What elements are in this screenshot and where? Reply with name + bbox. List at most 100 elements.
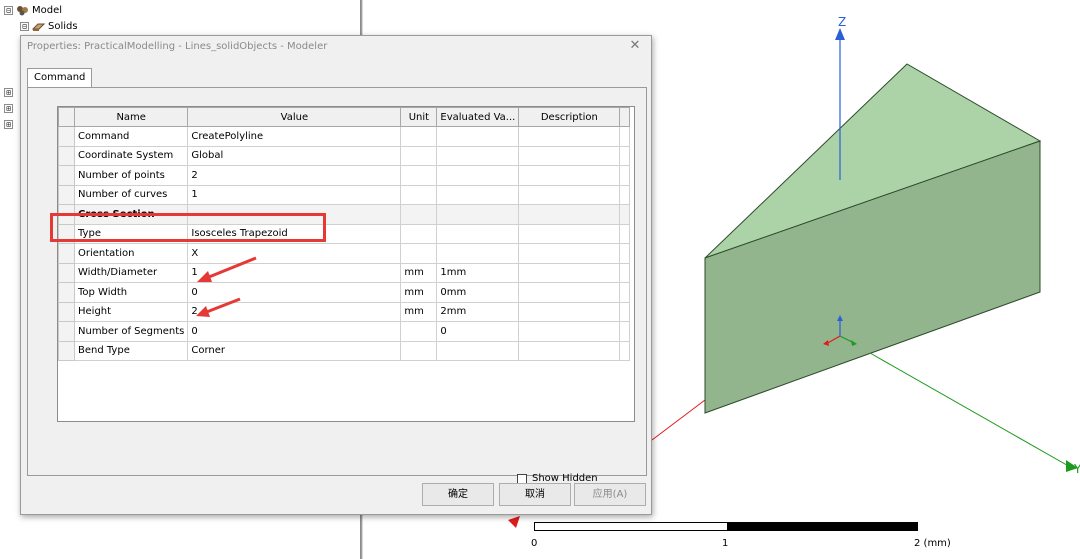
cell-name: Number of points	[73, 165, 189, 186]
collapse-icon[interactable]: ⊟	[20, 21, 29, 31]
tree-expander[interactable]: ⊞	[4, 100, 16, 116]
row-selector	[58, 126, 75, 147]
cell-unit	[400, 243, 438, 264]
row-selector-header	[58, 107, 75, 127]
scale-label-1: 1	[722, 538, 729, 549]
row-selector	[58, 262, 75, 283]
cell-unit: mm	[400, 282, 438, 303]
cell-spacer	[619, 340, 631, 361]
cell-evaluated	[436, 145, 520, 166]
table-row[interactable]: Top Width 0 mm 0mm	[58, 282, 631, 303]
z-axis-label: Z	[838, 15, 846, 29]
cell-spacer	[619, 282, 631, 303]
cell-evaluated: 2mm	[436, 301, 520, 322]
tree-label-model: Model	[32, 4, 63, 16]
scale-bar-segment	[727, 523, 918, 530]
cell-evaluated	[436, 126, 520, 147]
cell-unit	[400, 165, 438, 186]
table-row[interactable]: Orientation X	[58, 243, 631, 264]
cell-value[interactable]: Global	[187, 145, 402, 166]
column-header-value[interactable]: Value	[187, 107, 402, 127]
z-axis-arrowhead	[835, 28, 845, 40]
checkbox-icon[interactable]	[517, 473, 527, 484]
cell-description	[518, 282, 621, 303]
column-header-name[interactable]: Name	[73, 107, 189, 127]
tab-command[interactable]: Command	[27, 68, 93, 88]
y-axis-line	[869, 352, 1073, 469]
cell-description	[518, 204, 621, 225]
row-selector	[58, 165, 75, 186]
tree-expander[interactable]: ⊞	[4, 84, 16, 100]
table-header-row: Name Value Unit Evaluated Va... Descript…	[58, 107, 631, 127]
cell-evaluated: 1mm	[436, 262, 520, 283]
cell-unit	[400, 145, 438, 166]
tree-item-model[interactable]: ⊟ Model	[4, 2, 62, 18]
ok-button[interactable]: 确定	[422, 483, 494, 506]
cell-evaluated	[436, 204, 520, 225]
property-rows: Command CreatePolyline Coordinate System Gl…	[58, 126, 631, 361]
column-header-evaluated[interactable]: Evaluated Va...	[436, 107, 520, 127]
cell-evaluated	[436, 340, 520, 361]
column-header-unit[interactable]: Unit	[400, 107, 438, 127]
expand-icon[interactable]: ⊞	[4, 119, 13, 129]
annotation-arrow-icon	[196, 297, 241, 317]
cancel-button[interactable]: 取消	[499, 483, 571, 506]
model-icon	[17, 5, 28, 15]
cell-description	[518, 145, 621, 166]
properties-dialog: Properties: PracticalModelling - Lines_s…	[20, 35, 652, 515]
cell-evaluated	[436, 184, 520, 205]
table-row[interactable]: Bend Type Corner	[58, 340, 631, 361]
cell-spacer	[619, 184, 631, 205]
cell-value[interactable]: 0	[187, 321, 402, 342]
table-row[interactable]: Coordinate System Global	[58, 145, 631, 166]
cell-value[interactable]: Corner	[187, 340, 402, 361]
cell-value[interactable]: 2	[187, 165, 402, 186]
column-header-description[interactable]: Description	[518, 107, 621, 127]
scale-bar	[534, 522, 918, 531]
expand-icon[interactable]: ⊞	[4, 87, 13, 97]
cell-spacer	[619, 301, 631, 322]
cell-value[interactable]: CreatePolyline	[187, 126, 402, 147]
row-selector	[58, 184, 75, 205]
close-icon[interactable]: ✕	[627, 38, 643, 54]
cell-name: Number of curves	[73, 184, 189, 205]
table-row[interactable]: Number of Segments 0 0	[58, 321, 631, 342]
scale-label-0: 0	[531, 538, 538, 549]
cell-evaluated: 0	[436, 321, 520, 342]
table-row[interactable]: Number of curves 1	[58, 184, 631, 205]
cell-unit	[400, 321, 438, 342]
table-row[interactable]: Height 2 mm 2mm	[58, 301, 631, 322]
cell-unit: mm	[400, 301, 438, 322]
row-selector	[58, 243, 75, 264]
cell-spacer	[619, 243, 631, 264]
scale-label-2: 2 (mm)	[914, 538, 951, 549]
solids-icon	[32, 23, 45, 31]
cell-unit: mm	[400, 262, 438, 283]
cell-unit	[400, 340, 438, 361]
cell-name: Height	[73, 301, 189, 322]
header-spacer	[619, 107, 631, 127]
cell-name: Width/Diameter	[73, 262, 189, 283]
table-row[interactable]: Command CreatePolyline	[58, 126, 631, 147]
cell-name: Top Width	[73, 282, 189, 303]
cell-description	[518, 243, 621, 264]
cell-name: Number of Segments	[73, 321, 189, 342]
expand-icon[interactable]: ⊞	[4, 103, 13, 113]
cell-evaluated	[436, 223, 520, 244]
x-axis-arrowhead	[508, 516, 520, 528]
tree-expander[interactable]: ⊞	[4, 116, 16, 132]
cell-name: Bend Type	[73, 340, 189, 361]
cell-name: Orientation	[73, 243, 189, 264]
cell-name: Coordinate System	[73, 145, 189, 166]
cell-spacer	[619, 145, 631, 166]
cell-spacer	[619, 262, 631, 283]
collapse-icon[interactable]: ⊟	[4, 5, 13, 15]
tree-item-solids[interactable]: ⊟ Solids	[20, 18, 78, 34]
cell-value[interactable]: 1	[187, 184, 402, 205]
highlight-box	[50, 213, 326, 242]
table-row[interactable]: Width/Diameter 1 mm 1mm	[58, 262, 631, 283]
apply-button[interactable]: 应用(A)	[574, 483, 646, 506]
table-row[interactable]: Number of points 2	[58, 165, 631, 186]
x-axis-line	[651, 399, 706, 441]
cell-description	[518, 301, 621, 322]
